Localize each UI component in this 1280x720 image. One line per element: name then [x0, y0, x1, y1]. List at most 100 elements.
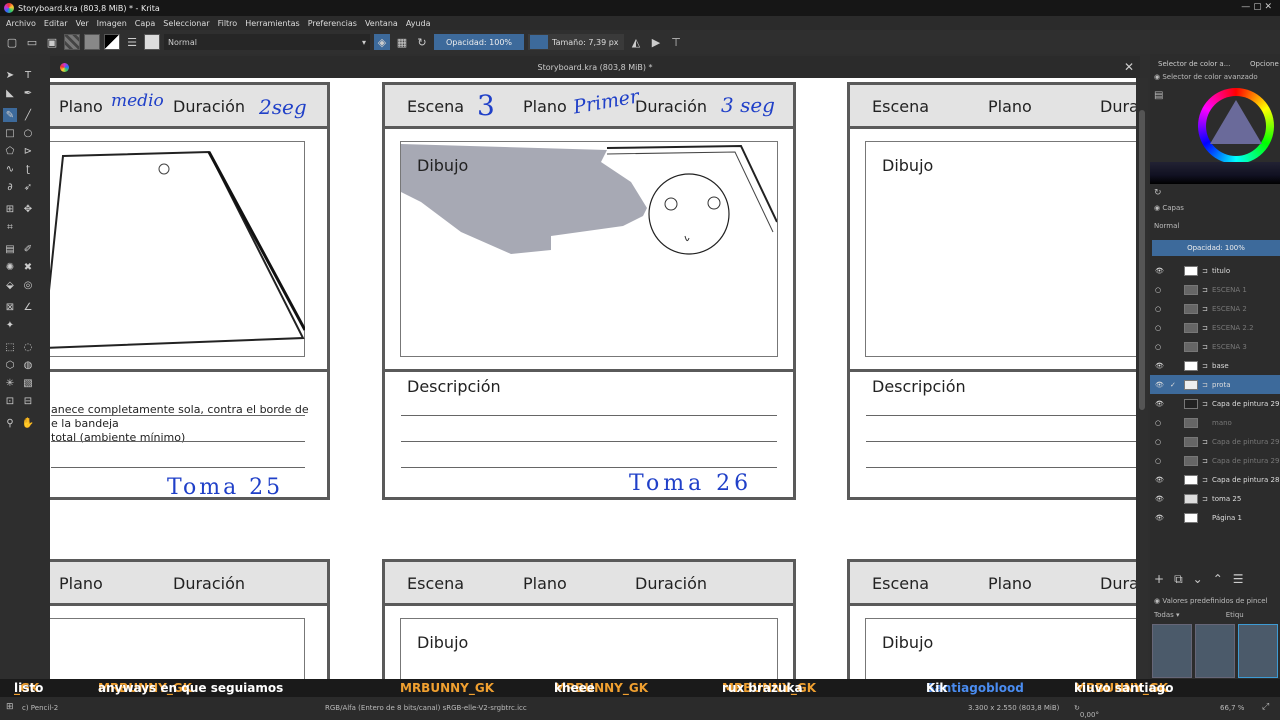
colorize-mask-icon[interactable]: ✖ — [21, 260, 35, 274]
move-up-icon[interactable]: ⌃ — [1213, 572, 1223, 587]
menu-preferencias[interactable]: Preferencias — [308, 19, 357, 28]
refresh-icon[interactable]: ↻ — [1154, 188, 1162, 198]
fill-tool-icon[interactable]: ⬙ — [3, 278, 17, 292]
layers-opacity-slider[interactable]: Opacidad: 100% — [1152, 240, 1280, 256]
eye-icon[interactable]: 👁 — [1155, 267, 1164, 275]
ellipse-select-icon[interactable]: ◌ — [21, 340, 35, 354]
freehand-select-icon[interactable]: ◍ — [21, 358, 35, 372]
brush-preset-tile-selected[interactable] — [1238, 624, 1278, 678]
layer-row[interactable]: ○ ⊐ ESCENA 3 — [1150, 337, 1280, 356]
ellipse-tool-icon[interactable]: ○ — [21, 126, 35, 140]
magnetic-select-icon[interactable]: ⊟ — [21, 394, 35, 408]
layer-row[interactable]: 👁 ⊐ toma 25 — [1150, 489, 1280, 508]
brush-preset-tile[interactable] — [1152, 624, 1192, 678]
layer-row[interactable]: 👁 ⊐ Capa de pintura 29 — [1150, 394, 1280, 413]
contiguous-select-icon[interactable]: ✳ — [3, 376, 17, 390]
duplicate-layer-icon[interactable]: ⧉ — [1174, 572, 1183, 587]
menu-ver[interactable]: Ver — [76, 19, 89, 28]
eye-hidden-icon[interactable]: ○ — [1155, 438, 1163, 446]
gradient-tool-icon[interactable]: ▤ — [3, 242, 17, 256]
mirror-vertical-icon[interactable]: ▶ — [648, 34, 664, 50]
rectangle-tool-icon[interactable]: □ — [3, 126, 17, 140]
zoom-level[interactable]: 66,7 % — [1220, 704, 1244, 712]
eye-hidden-icon[interactable]: ○ — [1155, 343, 1163, 351]
reference-tool-icon[interactable]: ✦ — [3, 318, 17, 332]
path-tool-icon[interactable]: ʈ — [21, 162, 35, 176]
brush-preset-icon[interactable] — [144, 34, 160, 50]
freehand-path-icon[interactable]: ∂ — [3, 180, 17, 194]
eraser-mode-icon[interactable]: ◈ — [374, 34, 390, 50]
edit-shape-icon[interactable]: ◣ — [3, 86, 17, 100]
bezier-tool-icon[interactable]: ∿ — [3, 162, 17, 176]
tab-options[interactable]: Opcione — [1250, 60, 1279, 68]
presets-filter[interactable]: Todas ▾ Etiqu — [1154, 611, 1244, 619]
add-layer-icon[interactable]: + — [1154, 572, 1164, 587]
layer-row[interactable]: 👁 ⊐ titulo — [1150, 261, 1280, 280]
eye-hidden-icon[interactable]: ○ — [1155, 324, 1163, 332]
document-tab[interactable]: Storyboard.kra (803,8 MiB) * ✕ — [50, 56, 1140, 78]
eye-hidden-icon[interactable]: ○ — [1155, 305, 1163, 313]
gradient-swatch-icon[interactable] — [64, 34, 80, 50]
menu-capa[interactable]: Capa — [135, 19, 155, 28]
menu-filtro[interactable]: Filtro — [218, 19, 238, 28]
eye-hidden-icon[interactable]: ○ — [1155, 286, 1163, 294]
dynamic-brush-icon[interactable]: ➶ — [21, 180, 35, 194]
close-icon[interactable]: ✕ — [1124, 60, 1134, 74]
wrap-around-icon[interactable]: ⊤ — [668, 34, 684, 50]
rect-select-icon[interactable]: ⬚ — [3, 340, 17, 354]
brush-preset-tile[interactable] — [1195, 624, 1235, 678]
similar-select-icon[interactable]: ▧ — [21, 376, 35, 390]
measure-tool-icon[interactable]: ∠ — [21, 300, 35, 314]
move-tool-icon[interactable]: ✥ — [21, 202, 35, 216]
eye-icon[interactable]: 👁 — [1155, 362, 1164, 370]
reload-preset-icon[interactable]: ↻ — [414, 34, 430, 50]
brush-settings-icon[interactable]: ☰ — [124, 34, 140, 50]
opacity-slider[interactable]: Opacidad: 100% — [434, 34, 524, 50]
mirror-horizontal-icon[interactable]: ◭ — [628, 34, 644, 50]
scrollbar-thumb[interactable] — [1139, 110, 1145, 410]
tab-color-selector[interactable]: Selector de color a... — [1158, 60, 1230, 68]
fg-bg-color-icon[interactable] — [104, 34, 120, 50]
move-down-icon[interactable]: ⌄ — [1193, 572, 1203, 587]
eye-hidden-icon[interactable]: ○ — [1155, 457, 1163, 465]
polygon-tool-icon[interactable]: ⬠ — [3, 144, 17, 158]
layers-blend-mode[interactable]: Normal — [1154, 222, 1179, 230]
brush-tool-icon[interactable]: ✎ — [3, 108, 17, 122]
blend-mode-select[interactable]: Normal ▾ — [164, 34, 370, 50]
zoom-tool-icon[interactable]: ⚲ — [3, 416, 17, 430]
check-icon[interactable]: ✓ — [1170, 381, 1178, 389]
line-tool-icon[interactable]: ╱ — [21, 108, 35, 122]
color-triangle[interactable] — [1210, 100, 1262, 144]
new-document-icon[interactable]: ▢ — [4, 34, 20, 50]
fullscreen-icon[interactable]: ⤢ — [1262, 702, 1269, 712]
eye-icon[interactable]: 👁 — [1155, 400, 1164, 408]
layer-row[interactable]: ○ ⊐ ESCENA 2 — [1150, 299, 1280, 318]
menu-seleccionar[interactable]: Seleccionar — [163, 19, 209, 28]
preserve-alpha-icon[interactable]: ▦ — [394, 34, 410, 50]
eye-icon[interactable]: 👁 — [1155, 381, 1164, 389]
open-folder-icon[interactable]: ▭ — [24, 34, 40, 50]
layer-menu-icon[interactable]: ☰ — [1233, 572, 1244, 587]
layer-row[interactable]: ○ mano — [1150, 413, 1280, 432]
pattern-swatch-icon[interactable] — [84, 34, 100, 50]
enclose-fill-icon[interactable]: ◎ — [21, 278, 35, 292]
layer-row[interactable]: ○ ⊐ Capa de pintura 29 — [1150, 451, 1280, 470]
menu-editar[interactable]: Editar — [44, 19, 68, 28]
calligraphy-icon[interactable]: ✒ — [21, 86, 35, 100]
layer-row[interactable]: 👁 Página 1 — [1150, 508, 1280, 527]
assistant-tool-icon[interactable]: ⊠ — [3, 300, 17, 314]
color-picker-icon[interactable]: ✐ — [21, 242, 35, 256]
select-shape-icon[interactable]: ➤ — [3, 68, 17, 82]
pan-tool-icon[interactable]: ✋ — [21, 416, 35, 430]
menu-ventana[interactable]: Ventana — [365, 19, 398, 28]
canvas[interactable]: Plano Duración medio 2seg anece completa… — [50, 78, 1136, 680]
polyline-tool-icon[interactable]: ⊳ — [21, 144, 35, 158]
text-tool-icon[interactable]: T — [21, 68, 35, 82]
save-icon[interactable]: ▣ — [44, 34, 60, 50]
eye-icon[interactable]: 👁 — [1155, 495, 1164, 503]
transform-tool-icon[interactable]: ⊞ — [3, 202, 17, 216]
layer-row-selected[interactable]: 👁 ✓ ⊐ prota — [1150, 375, 1280, 394]
layer-row[interactable]: 👁 ⊐ Capa de pintura 28 — [1150, 470, 1280, 489]
menu-ayuda[interactable]: Ayuda — [406, 19, 431, 28]
eye-hidden-icon[interactable]: ○ — [1155, 419, 1163, 427]
